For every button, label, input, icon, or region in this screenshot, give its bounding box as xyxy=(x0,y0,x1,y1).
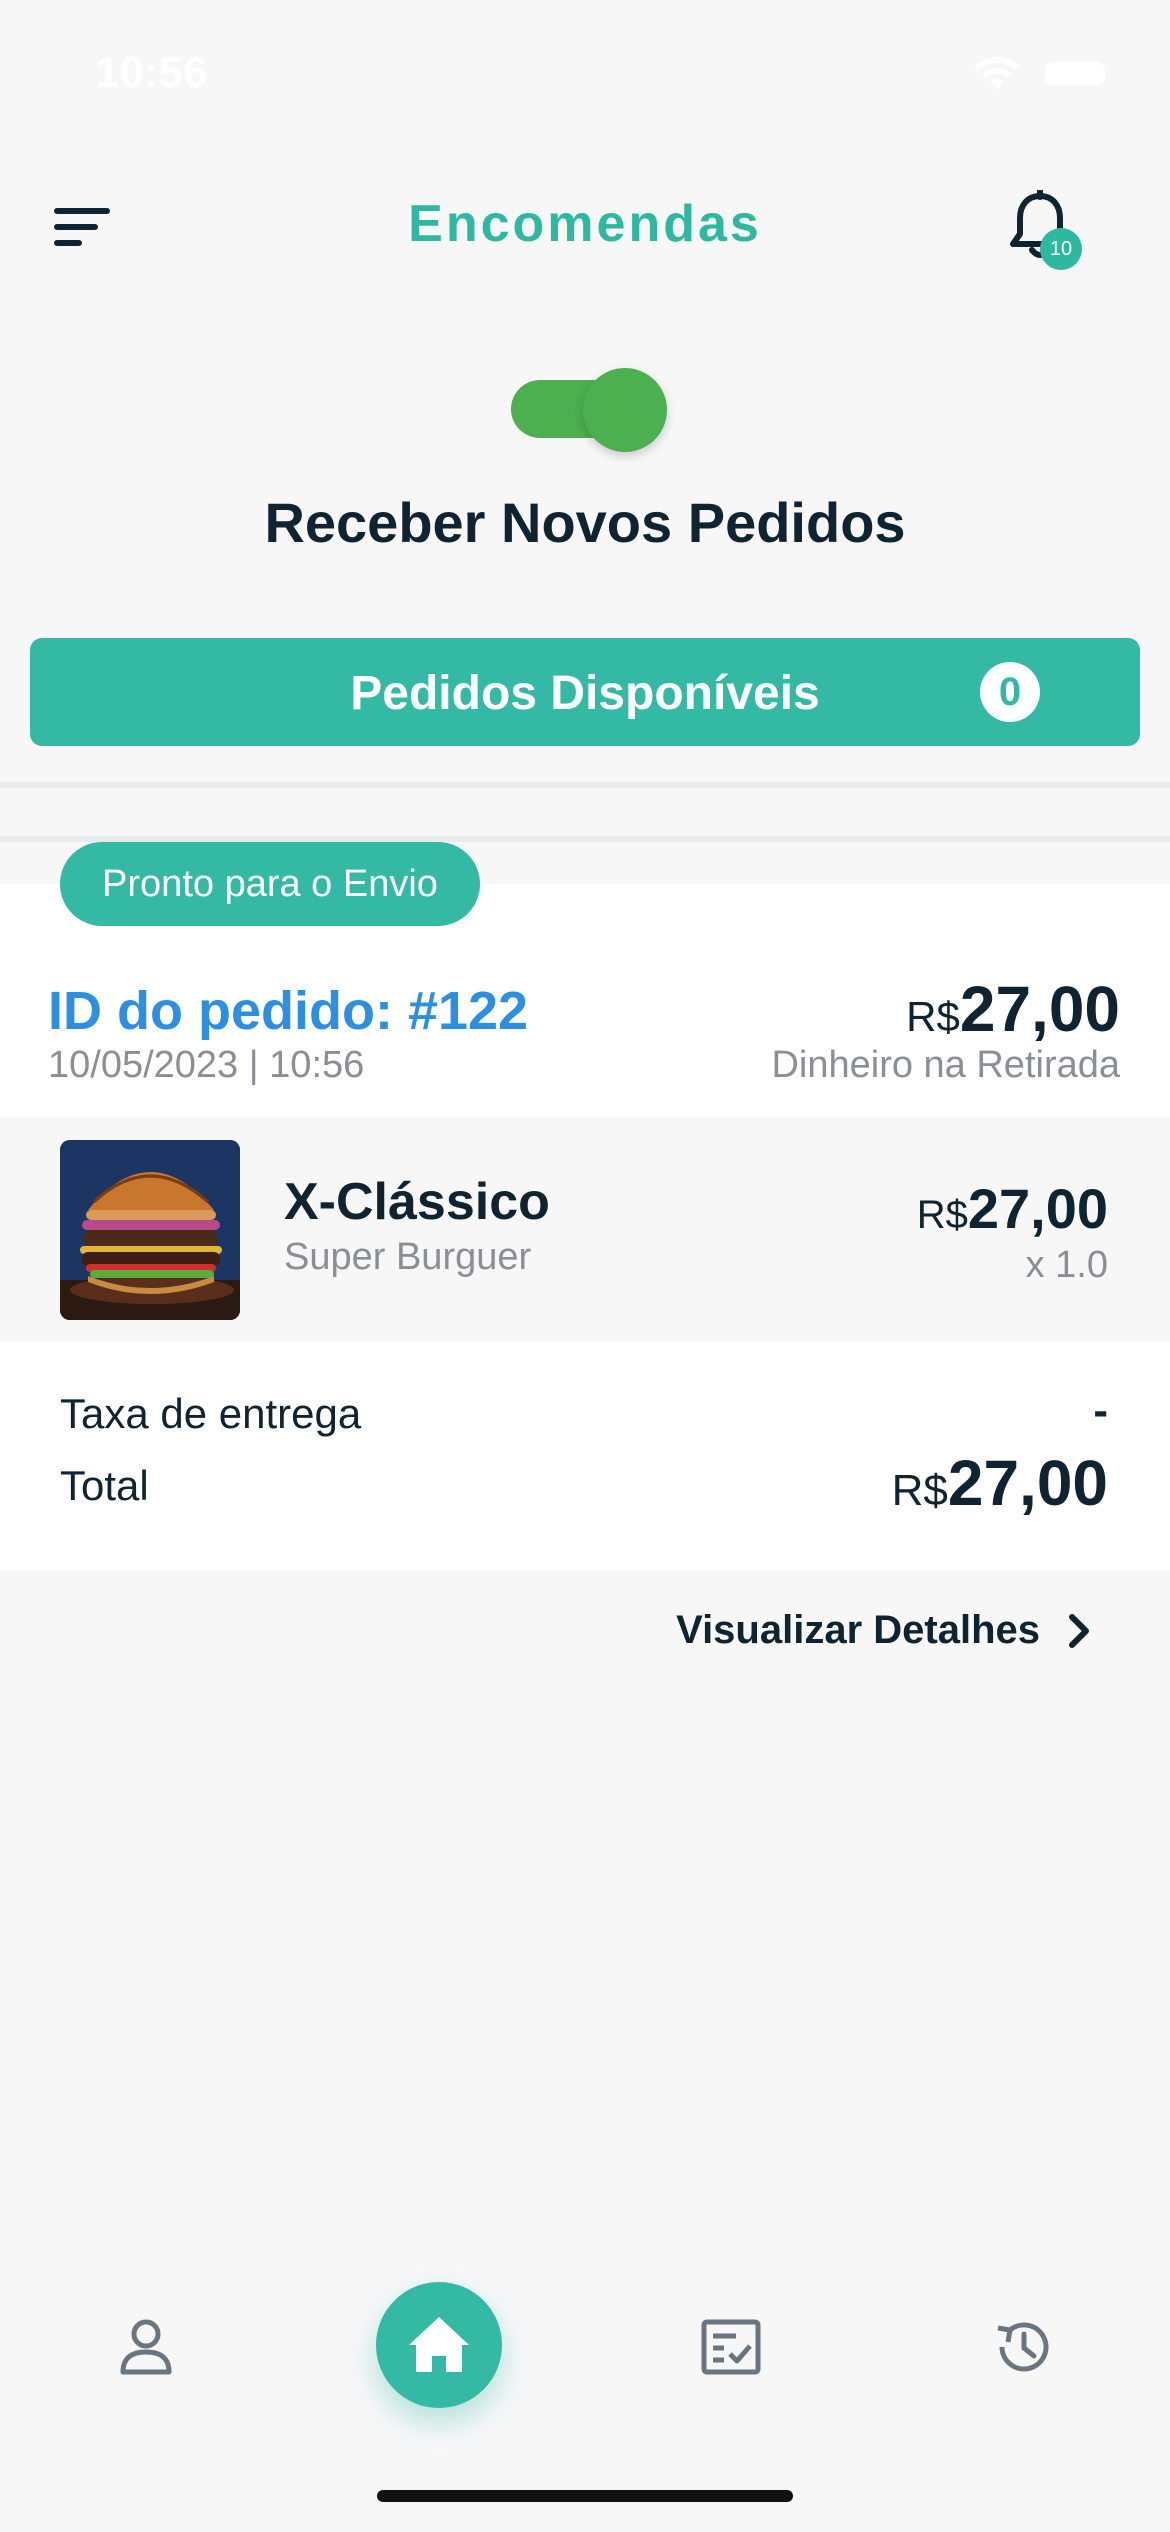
grand-total-currency: R$ xyxy=(891,1466,948,1515)
item-quantity: x 1.0 xyxy=(1025,1244,1108,1286)
order-total-amount: 27,00 xyxy=(959,973,1120,1045)
order-id: ID do pedido: #122 xyxy=(48,981,529,1041)
payment-method: Dinheiro na Retirada xyxy=(771,1044,1120,1086)
status-time: 10:56 xyxy=(95,48,208,97)
item-name: X-Clássico xyxy=(284,1173,550,1231)
divider xyxy=(0,782,1170,788)
list-item: X-Clássico Super Burguer R$27,00 x 1.0 xyxy=(0,1118,1170,1342)
home-icon xyxy=(409,2317,469,2372)
item-price: R$27,00 xyxy=(917,1176,1108,1241)
available-orders-button[interactable]: Pedidos Disponíveis 0 xyxy=(30,638,1140,746)
page-title: Encomendas xyxy=(408,195,762,253)
toggle-knob xyxy=(583,368,667,452)
view-details-link[interactable]: Visualizar Detalhes xyxy=(676,1608,1092,1653)
app-header: Encomendas xyxy=(0,180,1170,270)
battery-icon xyxy=(1045,62,1105,86)
burger-image xyxy=(60,1140,240,1320)
receive-orders-toggle[interactable] xyxy=(511,368,667,452)
chevron-right-icon xyxy=(1069,1613,1089,1648)
view-details-label: Visualizar Detalhes xyxy=(676,1608,1040,1652)
delivery-fee-value: - xyxy=(1093,1386,1108,1435)
total-label: Total xyxy=(60,1462,149,1509)
wifi-icon xyxy=(974,57,1020,90)
available-orders-count: 0 xyxy=(980,662,1040,722)
delivery-fee-label: Taxa de entrega xyxy=(60,1390,362,1437)
person-icon[interactable] xyxy=(111,2312,181,2382)
tab-bar xyxy=(0,2250,1170,2450)
status-bar: 10:56 xyxy=(0,0,1170,140)
checklist-icon[interactable] xyxy=(696,2312,766,2382)
order-status-badge: Pronto para o Envio xyxy=(60,842,480,926)
order-datetime: 10/05/2023 | 10:56 xyxy=(48,1044,365,1086)
order-total: R$27,00 xyxy=(906,972,1120,1046)
home-indicator xyxy=(377,2490,793,2502)
item-price-currency: R$ xyxy=(916,1193,968,1237)
order-total-currency: R$ xyxy=(906,993,960,1040)
tab-home[interactable] xyxy=(376,2282,502,2408)
notification-badge: 10 xyxy=(1040,228,1082,270)
history-icon[interactable] xyxy=(988,2312,1058,2382)
item-price-amount: 27,00 xyxy=(967,1177,1108,1240)
item-store: Super Burguer xyxy=(284,1236,532,1278)
grand-total-amount: 27,00 xyxy=(947,1447,1108,1519)
available-orders-label: Pedidos Disponíveis xyxy=(350,667,820,720)
grand-total: R$27,00 xyxy=(892,1446,1108,1520)
receive-orders-label: Receber Novos Pedidos xyxy=(264,491,906,554)
